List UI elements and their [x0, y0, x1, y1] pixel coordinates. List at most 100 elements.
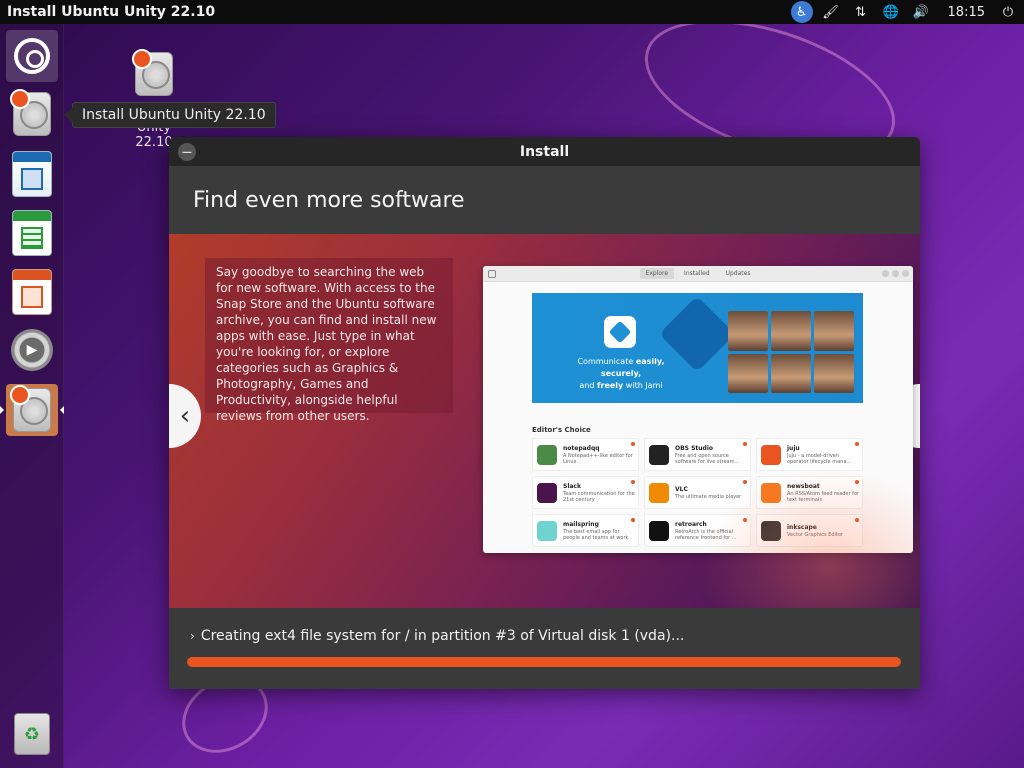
progress-fill — [187, 657, 901, 667]
app-name: OBS Studio — [675, 444, 714, 452]
banner-emphasis: freely — [597, 381, 624, 390]
clock[interactable]: 18:15 — [948, 5, 985, 20]
slide-title: Find even more software — [169, 166, 920, 234]
app-icon — [537, 444, 557, 465]
app-info: retroarch RetroArch is the official refer… — [675, 521, 750, 541]
launcher-settings[interactable]: ▶ — [6, 324, 58, 376]
window-titlebar[interactable]: — Install — [169, 137, 920, 166]
app-description: An RSS/Atom feed reader for text termina… — [787, 490, 860, 503]
libreoffice-writer-icon — [12, 151, 52, 197]
window-title-label: Install — [519, 143, 570, 160]
launcher: ▶ ♻ — [0, 24, 64, 768]
previous-slide-button[interactable]: ‹ — [169, 384, 201, 448]
globe-icon[interactable]: 🌐 — [879, 0, 903, 24]
ubuntu-badge-icon — [631, 518, 635, 522]
window-controls — [882, 270, 909, 277]
top-panel: Install Ubuntu Unity 22.10 ♿ 🖌 ⇅ 🌐 🔊 18:… — [0, 0, 1024, 24]
app-card: VLC The ultimate media player — [644, 476, 751, 509]
app-info: newsboat An RSS/Atom feed reader for text… — [787, 483, 862, 503]
desktop-installer-icon[interactable]: Unity 22.10 — [118, 49, 190, 150]
app-card: newsboat An RSS/Atom feed reader for text… — [756, 476, 863, 509]
app-name: retroarch — [675, 520, 707, 528]
store-headerbar: Explore Installed Updates — [483, 266, 913, 282]
ubuntu-badge-icon — [743, 442, 747, 446]
ubuntu-badge-icon — [743, 518, 747, 522]
app-card: retroarch RetroArch is the official refer… — [644, 514, 751, 547]
progress-bar — [187, 657, 901, 667]
launcher-install-ubuntu[interactable] — [6, 88, 58, 140]
installer-disk-icon — [10, 385, 51, 432]
minimize-button[interactable]: — — [178, 143, 196, 161]
slideshow: Say goodbye to searching the web for new… — [169, 234, 920, 608]
chevron-right-icon[interactable]: › — [190, 629, 195, 643]
app-card: inkscape Vector Graphics Editor — [756, 514, 863, 547]
ubuntu-badge-icon — [631, 480, 635, 484]
gear-icon: ▶ — [11, 329, 53, 371]
ubuntu-badge-icon — [743, 480, 747, 484]
app-name: inkscape — [787, 523, 817, 531]
app-info: OBS Studio Free and open source software … — [675, 445, 750, 465]
status-line[interactable]: › Creating ext4 file system for / in par… — [190, 628, 684, 644]
ubuntu-badge-icon — [10, 385, 30, 405]
installer-disk-icon — [10, 89, 51, 136]
search-icon — [488, 270, 496, 278]
store-tab-explore: Explore — [639, 268, 675, 279]
launcher-impress[interactable] — [6, 266, 58, 318]
trash-icon: ♻ — [14, 713, 50, 755]
banner-word: with Jami — [625, 381, 663, 390]
app-name: mailspring — [563, 520, 599, 528]
app-card: notepadqq A Notepad++-like editor for Lin… — [532, 438, 639, 471]
featured-banner: Communicate easily, securely, and freely… — [532, 293, 863, 403]
launcher-installer-running[interactable] — [6, 384, 58, 436]
accessibility-icon[interactable]: ♿ — [790, 1, 813, 23]
banner-word: Communicate — [577, 357, 634, 366]
network-icon[interactable]: ⇅ — [849, 0, 873, 24]
app-name: notepadqq — [563, 444, 600, 452]
app-icon — [761, 520, 781, 541]
libreoffice-calc-icon — [12, 210, 52, 256]
app-icon — [761, 444, 781, 465]
launcher-tooltip: Install Ubuntu Unity 22.10 — [64, 102, 276, 128]
app-description: The ultimate media player — [675, 493, 742, 500]
app-card: Slack Team communication for the 21st cen… — [532, 476, 639, 509]
launcher-trash[interactable]: ♻ — [6, 708, 58, 760]
ubuntu-badge-icon — [10, 89, 30, 109]
installer-window: — Install Find even more software Say go… — [169, 137, 920, 689]
dash-home-button[interactable] — [6, 30, 58, 82]
app-icon — [649, 444, 669, 465]
paint-brush-icon[interactable]: 🖌 — [819, 0, 843, 24]
ubuntu-badge-icon — [855, 442, 859, 446]
app-icon — [649, 482, 669, 503]
app-icon — [537, 482, 557, 503]
app-description: A Notepad++-like editor for Linux. — [563, 452, 633, 465]
app-description: Free and open source software for live s… — [675, 452, 740, 465]
window-title: Install Ubuntu Unity 22.10 — [7, 4, 216, 20]
video-call-grid — [728, 311, 854, 393]
launcher-writer[interactable] — [6, 148, 58, 200]
app-icon — [761, 482, 781, 503]
app-info: inkscape Vector Graphics Editor — [787, 524, 843, 538]
system-tray: ♿ 🖌 ⇅ 🌐 🔊 18:15 ⏻ — [788, 0, 1024, 24]
app-grid: notepadqq A Notepad++-like editor for Lin… — [532, 438, 863, 547]
power-icon[interactable]: ⏻ — [996, 0, 1020, 24]
launcher-calc[interactable] — [6, 207, 58, 259]
focus-indicator — [60, 406, 64, 414]
running-indicator — [0, 406, 4, 414]
app-icon — [537, 520, 557, 541]
app-name: newsboat — [787, 482, 820, 490]
install-progress-area: › Creating ext4 file system for / in par… — [169, 608, 920, 689]
app-name: juju — [787, 444, 800, 452]
app-name: Slack — [563, 482, 581, 490]
app-info: juju Juju - a model-driven operator lifec… — [787, 445, 862, 465]
volume-icon[interactable]: 🔊 — [909, 0, 933, 24]
ubuntu-badge-icon — [631, 442, 635, 446]
app-description: The best email app for people and teams … — [563, 528, 629, 541]
editors-choice-heading: Editor's Choice — [532, 426, 591, 434]
ubuntu-badge-icon — [855, 480, 859, 484]
libreoffice-impress-icon — [12, 269, 52, 315]
app-description: RetroArch is the official reference fron… — [675, 528, 737, 541]
app-description: Juju - a model-driven operator lifecycle… — [787, 452, 852, 465]
jami-logo-icon — [604, 316, 636, 348]
ubuntu-badge-icon — [132, 49, 152, 69]
app-icon — [649, 520, 669, 541]
